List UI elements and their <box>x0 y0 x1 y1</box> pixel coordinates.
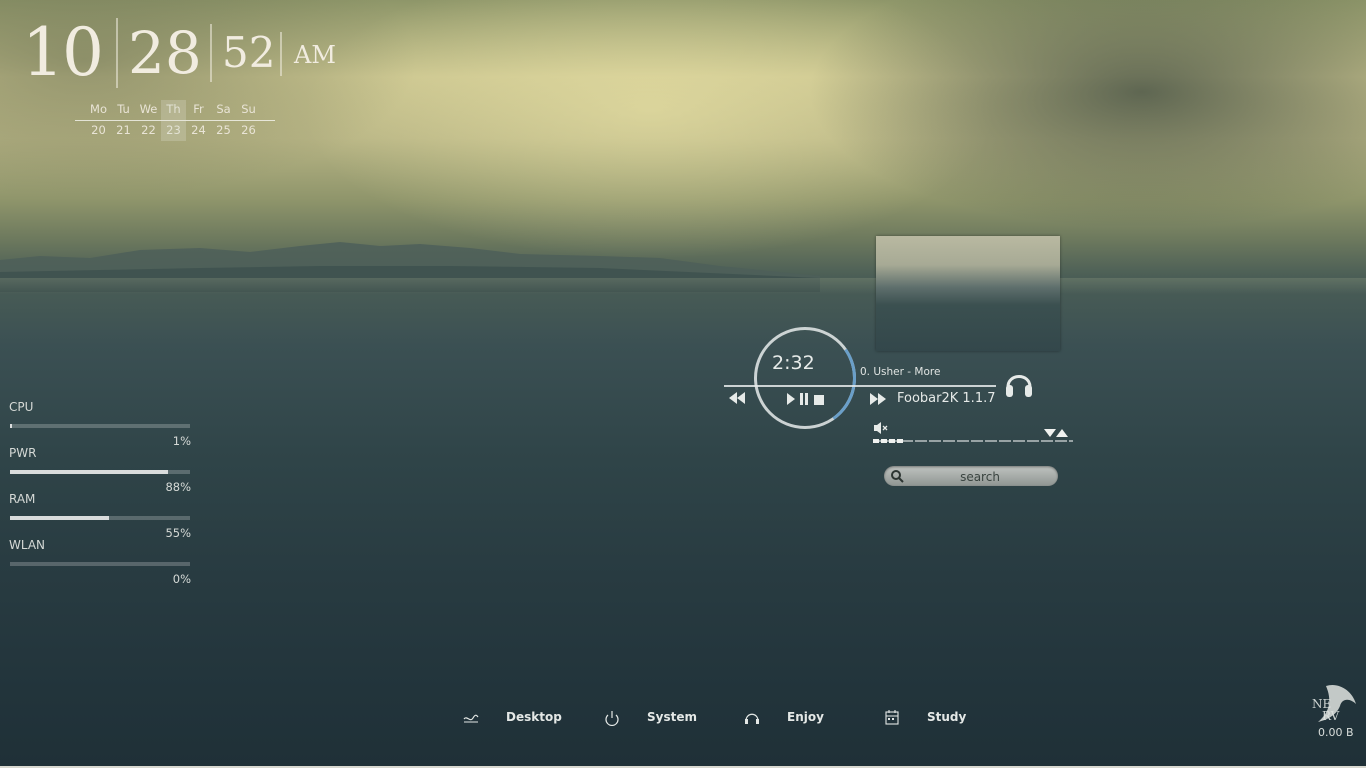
calendar-day: Tu <box>117 102 130 116</box>
meter-label: PWR <box>9 446 37 460</box>
meter-track <box>10 470 190 474</box>
desktop-wave-icon <box>463 714 479 723</box>
search-input[interactable] <box>908 467 1052 487</box>
dock-item-study[interactable]: Study <box>883 704 966 730</box>
calendar-date: 20 <box>91 123 106 137</box>
meter-label: WLAN <box>9 538 46 552</box>
system-meters: CPU 1% PWR 88% RAM 55% WLAN 0% <box>9 398 193 586</box>
dock-item-desktop[interactable]: Desktop <box>462 704 562 730</box>
dock-label: Enjoy <box>787 710 824 724</box>
calendar-date: 26 <box>241 123 256 137</box>
calendar-day: Mo <box>90 102 107 116</box>
calendar-day: Sa <box>216 102 231 116</box>
meter-cpu: CPU 1% <box>9 398 193 448</box>
dock-item-system[interactable]: System <box>603 704 697 730</box>
calendar-date-today: 23 <box>161 121 186 141</box>
system-power-icon <box>605 711 619 726</box>
dock-label: System <box>647 710 697 724</box>
mute-icon[interactable] <box>873 421 889 435</box>
network-traffic: 0.00 B <box>1318 726 1354 739</box>
meter-percent: 0% <box>172 572 191 586</box>
progress-ring-arc <box>745 318 865 438</box>
meter-track <box>10 562 190 566</box>
calendar-day-row: Mo Tu We Th Fr Sa Su <box>86 100 275 120</box>
calendar-date: 22 <box>141 123 156 137</box>
fast-forward-icon[interactable] <box>870 393 886 408</box>
player-app-name: Foobar2K 1.1.7 <box>897 391 996 406</box>
rewind-icon[interactable] <box>729 392 745 407</box>
meter-fill <box>10 470 168 474</box>
week-calendar: Mo Tu We Th Fr Sa Su 20 21 22 23 24 25 2… <box>75 100 275 141</box>
elapsed-time: 2:32 <box>772 352 815 374</box>
volume-track[interactable] <box>873 440 1073 442</box>
clock-ampm: AM <box>294 41 336 69</box>
meter-track <box>10 424 190 428</box>
clock-divider <box>210 24 212 82</box>
horizon-haze <box>0 278 1366 294</box>
clock-divider <box>280 32 282 76</box>
clock-second: 52 <box>222 28 276 77</box>
meter-ram: RAM 55% <box>9 490 193 540</box>
nerv-logo: NE RV <box>1312 684 1356 723</box>
meter-pwr: PWR 88% <box>9 444 193 494</box>
search-icon <box>891 470 904 483</box>
pause-icon[interactable] <box>799 393 809 408</box>
calendar-day: Su <box>241 102 256 116</box>
album-art[interactable] <box>876 236 1060 351</box>
enjoy-headphones-icon <box>745 713 759 724</box>
meter-wlan: WLAN 0% <box>9 536 193 586</box>
player-line <box>724 385 996 387</box>
calendar-day-today: Th <box>161 100 186 120</box>
calendar-date-row: 20 21 22 23 24 25 26 <box>86 121 275 141</box>
calendar-day: We <box>139 102 158 116</box>
dock-label: Study <box>927 710 967 724</box>
dock-label: Desktop <box>506 710 562 724</box>
meter-fill <box>10 516 109 520</box>
play-icon[interactable] <box>786 393 796 408</box>
stop-icon[interactable] <box>814 394 824 408</box>
cloud-dark <box>806 0 1366 230</box>
track-title: 0. Usher - More <box>860 366 941 378</box>
volume-fill <box>873 439 903 443</box>
svg-text:RV: RV <box>1322 709 1340 723</box>
study-calendar-icon <box>885 710 899 725</box>
volume-arrows-icon[interactable] <box>1044 428 1072 438</box>
clock-divider <box>116 18 118 88</box>
calendar-date: 25 <box>216 123 231 137</box>
search-box[interactable] <box>884 466 1058 487</box>
headphones-icon[interactable] <box>1004 365 1034 401</box>
clock-minute: 28 <box>128 19 202 87</box>
meter-label: RAM <box>9 492 36 506</box>
meter-fill <box>10 424 12 428</box>
calendar-date: 21 <box>116 123 131 137</box>
meter-track <box>10 516 190 520</box>
calendar-day: Fr <box>193 102 204 116</box>
clock-hour: 10 <box>22 14 104 91</box>
meter-label: CPU <box>9 400 34 414</box>
dock-item-enjoy[interactable]: Enjoy <box>743 704 824 730</box>
calendar-date: 24 <box>191 123 206 137</box>
launcher-dock: Desktop System Enjoy Study <box>0 704 1366 734</box>
